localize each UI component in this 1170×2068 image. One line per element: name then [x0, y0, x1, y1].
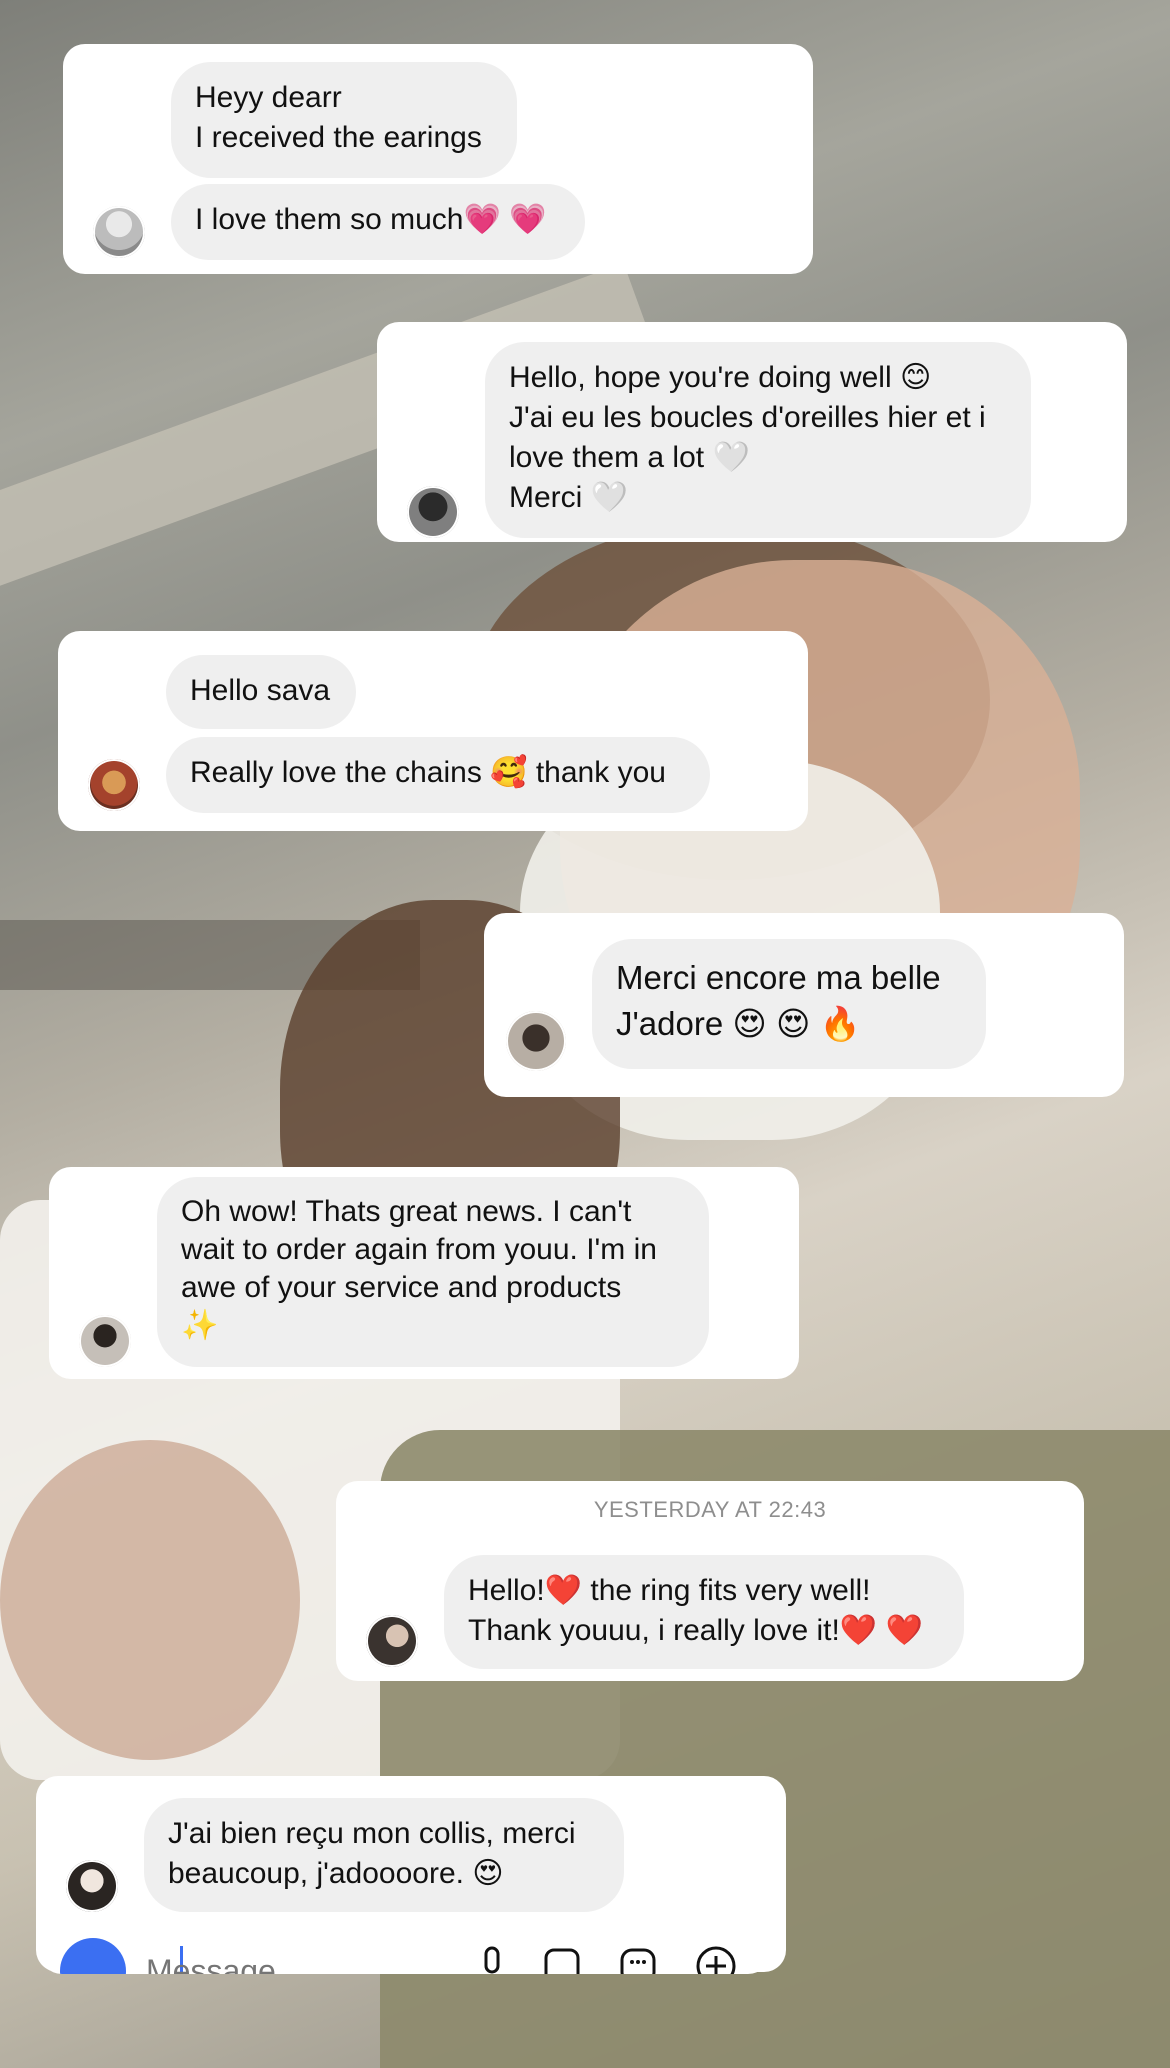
review-card-2: Hello, hope you're doing well 😊 J'ai eu … — [377, 322, 1127, 542]
message-composer — [40, 1930, 770, 1974]
sticker-icon[interactable] — [616, 1944, 660, 1974]
message-bubble: Oh wow! Thats great news. I can't wait t… — [157, 1177, 709, 1367]
timestamp: YESTERDAY AT 22:43 — [593, 1497, 827, 1522]
message-input[interactable] — [144, 1946, 448, 1974]
avatar — [506, 1011, 566, 1071]
plus-icon[interactable] — [694, 1944, 738, 1974]
review-card-6: YESTERDAY AT 22:43 Hello!❤️ the ring fit… — [336, 1481, 1084, 1681]
message-bubble: Hello!❤️ the ring fits very well! Thank … — [444, 1555, 964, 1669]
message-bubble: J'ai bien reçu mon collis, merci beaucou… — [144, 1798, 624, 1912]
gallery-icon[interactable] — [540, 1944, 584, 1974]
avatar — [366, 1615, 418, 1667]
review-card-4: Merci encore ma belle J'adore 😍 😍 🔥 — [484, 913, 1124, 1097]
message-bubble: Merci encore ma belle J'adore 😍 😍 🔥 — [592, 939, 986, 1069]
avatar — [407, 486, 459, 538]
review-card-3: Hello sava Really love the chains 🥰 than… — [58, 631, 808, 831]
message-bubble: Really love the chains 🥰 thank you — [166, 737, 710, 813]
review-card-1: Heyy dearr I received the earings I love… — [63, 44, 813, 274]
avatar — [66, 1860, 118, 1912]
message-bubble: Hello, hope you're doing well 😊 J'ai eu … — [485, 342, 1031, 538]
avatar — [88, 759, 140, 811]
review-card-5: Oh wow! Thats great news. I can't wait t… — [49, 1167, 799, 1379]
avatar — [79, 1315, 131, 1367]
message-bubble: I love them so much💗 💗 — [171, 184, 585, 260]
microphone-icon[interactable] — [470, 1944, 514, 1974]
message-bubble: Heyy dearr I received the earings — [171, 62, 517, 178]
avatar — [93, 206, 145, 258]
camera-icon[interactable] — [60, 1938, 126, 1974]
message-bubble: Hello sava — [166, 655, 356, 729]
